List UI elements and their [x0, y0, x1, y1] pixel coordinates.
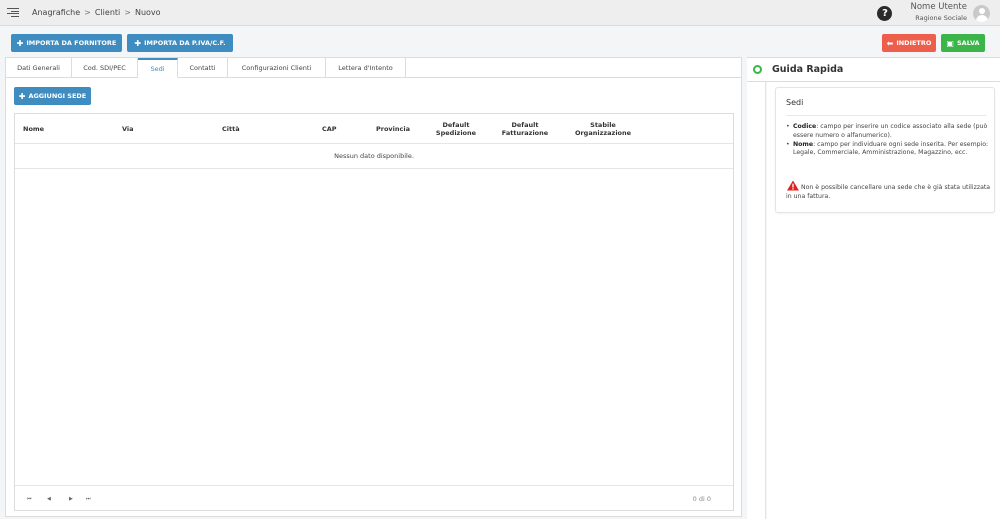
- user-name: Nome Utente: [910, 2, 967, 12]
- guide-text-codice: : campo per inserire un codice associato…: [793, 123, 988, 139]
- back-button[interactable]: ⬅ INDIETRO: [882, 34, 936, 52]
- breadcrumb-nuovo: Nuovo: [134, 8, 161, 17]
- guide-warning-text: Non è possibile cancellare una sede che …: [786, 184, 991, 200]
- sites-table: Nome Via Città CAP Provincia Default Sped…: [14, 113, 734, 511]
- plus-icon: ✚: [16, 38, 24, 48]
- tab-dati-generali[interactable]: Dati Generali: [6, 58, 72, 78]
- warning-icon: [787, 180, 799, 191]
- list-item: Codice: campo per inserire un codice ass…: [786, 123, 991, 140]
- column-header-default-spedizione-line1: Default: [442, 121, 470, 129]
- guide-list: Codice: campo per inserire un codice ass…: [786, 123, 991, 158]
- column-header-default-fatturazione-line1: Default: [511, 121, 539, 129]
- table-header: Nome Via Città CAP Provincia Default Sped…: [15, 114, 733, 144]
- column-header-provincia[interactable]: Provincia: [376, 114, 410, 144]
- column-header-nome[interactable]: Nome: [23, 114, 44, 144]
- pagination-count: 0 di 0: [692, 494, 711, 503]
- import-from-supplier-button[interactable]: ✚ IMPORTA DA FORNITORE: [11, 34, 122, 52]
- next-page-icon[interactable]: ▶: [69, 486, 73, 511]
- user-info[interactable]: Nome Utente Ragione Sociale: [910, 2, 967, 24]
- save-label: SALVA: [956, 39, 980, 47]
- import-from-vat-label: IMPORTA DA P.IVA/C.F.: [144, 39, 226, 47]
- column-header-stabile-line2: Organizzazione: [574, 129, 632, 137]
- guide-term-nome: Nome: [793, 140, 814, 148]
- quick-guide-title: Guida Rapida: [772, 64, 844, 75]
- empty-table-message: Nessun dato disponibile.: [15, 144, 733, 169]
- first-page-icon[interactable]: ⏮: [27, 486, 32, 511]
- lifebuoy-icon[interactable]: [753, 65, 762, 74]
- avatar[interactable]: [973, 4, 990, 22]
- help-icon[interactable]: ?: [877, 5, 893, 21]
- column-header-default-spedizione[interactable]: Default Spedizione: [429, 114, 483, 144]
- guide-card: Sedi Codice: campo per inserire un codic…: [775, 87, 995, 213]
- back-label: INDIETRO: [896, 39, 932, 47]
- column-header-via[interactable]: Via: [122, 114, 134, 144]
- tab-bar: Dati Generali Cod. SDI/PEC Sedi Contatti…: [6, 58, 406, 78]
- quick-guide-header: Guida Rapida: [747, 57, 1000, 82]
- guide-text-nome: : campo per individuare ogni sede inseri…: [793, 140, 989, 157]
- column-header-default-fatturazione-line2: Fatturazione: [501, 129, 549, 137]
- add-site-label: AGGIUNGI SEDE: [28, 92, 87, 100]
- plus-icon: ✚: [134, 38, 142, 48]
- tab-cod-sdi-pec[interactable]: Cod. SDI/PEC: [72, 58, 138, 78]
- guide-term-codice: Codice: [793, 123, 817, 130]
- column-header-default-spedizione-line2: Spedizione: [435, 129, 477, 137]
- column-header-stabile-organizzazione[interactable]: Stabile Organizzazione: [570, 114, 636, 144]
- tab-divider: [406, 77, 741, 78]
- column-header-citta[interactable]: Città: [222, 114, 240, 144]
- breadcrumb-separator: >: [124, 8, 131, 17]
- hamburger-menu-icon[interactable]: [7, 8, 19, 17]
- breadcrumb-separator: >: [84, 8, 91, 17]
- main-panel: Dati Generali Cod. SDI/PEC Sedi Contatti…: [5, 57, 742, 517]
- breadcrumb: Anagrafiche > Clienti > Nuovo: [32, 8, 161, 17]
- plus-icon: ✚: [18, 91, 26, 101]
- tab-contatti[interactable]: Contatti: [178, 58, 228, 78]
- save-button[interactable]: ▣ SALVA: [941, 34, 985, 52]
- column-header-stabile-line1: Stabile: [590, 121, 616, 129]
- list-item: Nome: campo per individuare ogni sede in…: [786, 141, 991, 158]
- quick-guide-panel: Sedi Codice: campo per inserire un codic…: [767, 82, 1000, 519]
- guide-warning: Non è possibile cancellare una sede che …: [786, 180, 991, 201]
- breadcrumb-clienti[interactable]: Clienti: [95, 8, 120, 17]
- add-site-button[interactable]: ✚ AGGIUNGI SEDE: [14, 87, 91, 105]
- user-company: Ragione Sociale: [915, 14, 967, 22]
- import-from-supplier-label: IMPORTA DA FORNITORE: [26, 39, 117, 47]
- import-from-vat-button[interactable]: ✚ IMPORTA DA P.IVA/C.F.: [127, 34, 233, 52]
- user-area: ? Nome Utente Ragione Sociale: [877, 2, 990, 24]
- tab-sedi[interactable]: Sedi: [138, 58, 178, 78]
- table-pagination: ⏮ ◀ ▶ ⏭ 0 di 0: [15, 485, 733, 510]
- column-header-cap[interactable]: CAP: [322, 114, 337, 144]
- tab-lettera-intento[interactable]: Lettera d'Intento: [326, 58, 406, 78]
- guide-card-title: Sedi: [786, 98, 804, 107]
- previous-page-icon[interactable]: ◀: [47, 486, 51, 511]
- save-icon: ▣: [946, 38, 954, 48]
- top-bar: Anagrafiche > Clienti > Nuovo ? Nome Ute…: [0, 0, 1000, 26]
- breadcrumb-anagrafiche[interactable]: Anagrafiche: [32, 8, 80, 17]
- arrow-left-icon: ⬅: [886, 38, 894, 48]
- card-divider: [786, 115, 986, 116]
- column-header-default-fatturazione[interactable]: Default Fatturazione: [495, 114, 555, 144]
- tab-configurazioni-clienti[interactable]: Configurazioni Clienti: [228, 58, 326, 78]
- last-page-icon[interactable]: ⏭: [86, 486, 91, 511]
- side-panel-strip: [747, 82, 766, 519]
